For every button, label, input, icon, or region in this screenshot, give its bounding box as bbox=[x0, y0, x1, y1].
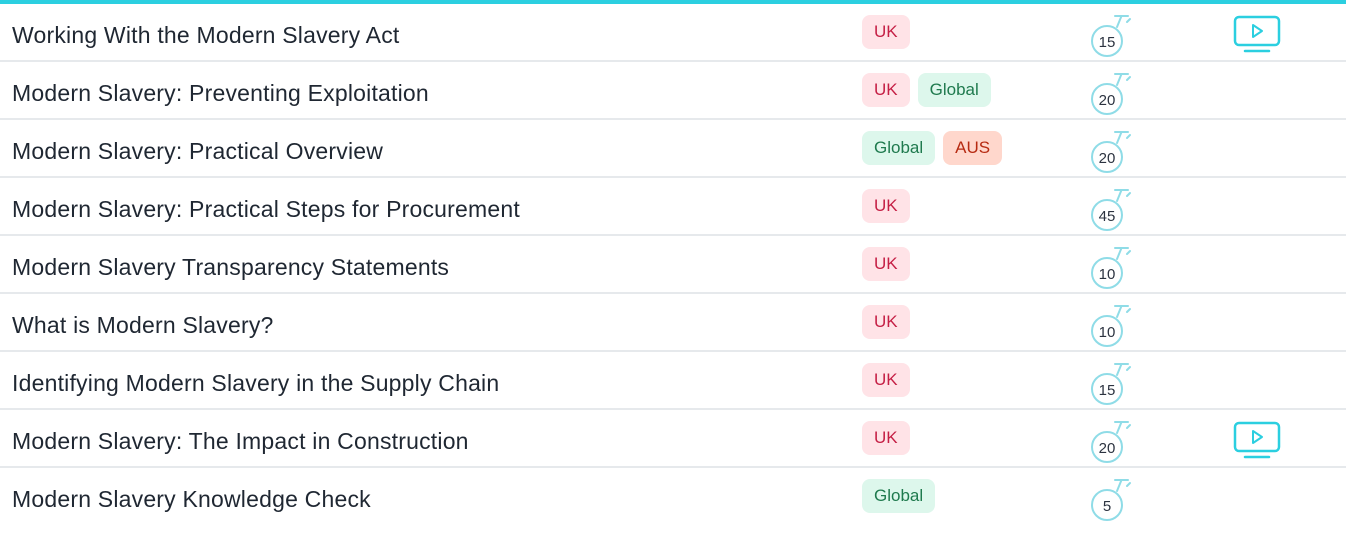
duration-timer: 15 bbox=[1088, 8, 1134, 58]
region-tag: UK bbox=[862, 15, 910, 49]
course-row[interactable]: Modern Slavery: The Impact in Constructi… bbox=[0, 410, 1346, 468]
course-title[interactable]: Modern Slavery: The Impact in Constructi… bbox=[12, 428, 469, 455]
video-play-icon[interactable] bbox=[1232, 14, 1284, 54]
region-tag: UK bbox=[862, 305, 910, 339]
region-tag: UK bbox=[862, 189, 910, 223]
duration-minutes: 10 bbox=[1098, 324, 1116, 341]
duration-minutes: 5 bbox=[1102, 498, 1112, 515]
duration-minutes: 20 bbox=[1098, 150, 1116, 167]
region-tag: Global bbox=[862, 479, 936, 513]
duration-timer: 20 bbox=[1088, 66, 1134, 116]
course-title[interactable]: Modern Slavery: Practical Steps for Proc… bbox=[12, 196, 520, 223]
course-row[interactable]: Modern Slavery: Preventing Exploitation U… bbox=[0, 62, 1346, 120]
duration-timer: 10 bbox=[1088, 240, 1134, 290]
region-tag: Global bbox=[862, 131, 936, 165]
duration-timer: 5 bbox=[1088, 472, 1134, 522]
region-tags: UK bbox=[862, 189, 910, 223]
duration-timer: 20 bbox=[1088, 124, 1134, 174]
region-tags: UK bbox=[862, 305, 910, 339]
region-tag: UK bbox=[862, 421, 910, 455]
region-tag: UK bbox=[862, 247, 910, 281]
course-row[interactable]: Working With the Modern Slavery Act UK 15 bbox=[0, 4, 1346, 62]
course-row[interactable]: Identifying Modern Slavery in the Supply… bbox=[0, 352, 1346, 410]
duration-minutes: 20 bbox=[1098, 440, 1116, 457]
duration-timer: 20 bbox=[1088, 414, 1134, 464]
region-tag: Global bbox=[917, 73, 991, 107]
course-title[interactable]: Identifying Modern Slavery in the Supply… bbox=[12, 370, 499, 397]
course-title[interactable]: Modern Slavery: Practical Overview bbox=[12, 138, 383, 165]
course-row[interactable]: Modern Slavery Transparency Statements UK… bbox=[0, 236, 1346, 294]
region-tags: UK bbox=[862, 15, 910, 49]
course-title[interactable]: Modern Slavery Knowledge Check bbox=[12, 486, 371, 513]
course-title[interactable]: What is Modern Slavery? bbox=[12, 312, 274, 339]
course-row[interactable]: Modern Slavery: Practical Overview Global… bbox=[0, 120, 1346, 178]
region-tags: UK bbox=[862, 247, 910, 281]
region-tag: UK bbox=[862, 363, 910, 397]
duration-minutes: 45 bbox=[1098, 208, 1116, 225]
duration-timer: 15 bbox=[1088, 356, 1134, 406]
duration-minutes: 10 bbox=[1098, 266, 1116, 283]
region-tags: UK bbox=[862, 421, 910, 455]
duration-timer: 10 bbox=[1088, 298, 1134, 348]
region-tags: Global AUS bbox=[862, 131, 1003, 165]
course-row[interactable]: What is Modern Slavery? UK 10 bbox=[0, 294, 1346, 352]
course-title[interactable]: Working With the Modern Slavery Act bbox=[12, 22, 400, 49]
duration-minutes: 15 bbox=[1098, 382, 1116, 399]
region-tags: UK Global bbox=[862, 73, 991, 107]
course-title[interactable]: Modern Slavery: Preventing Exploitation bbox=[12, 80, 429, 107]
region-tag: AUS bbox=[943, 131, 1003, 165]
course-row[interactable]: Modern Slavery Knowledge Check Global 5 bbox=[0, 468, 1346, 526]
region-tag: UK bbox=[862, 73, 910, 107]
region-tags: UK bbox=[862, 363, 910, 397]
course-row[interactable]: Modern Slavery: Practical Steps for Proc… bbox=[0, 178, 1346, 236]
duration-minutes: 20 bbox=[1098, 92, 1116, 109]
region-tags: Global bbox=[862, 479, 936, 513]
course-list: Working With the Modern Slavery Act UK 15 M… bbox=[0, 4, 1346, 526]
course-title[interactable]: Modern Slavery Transparency Statements bbox=[12, 254, 449, 281]
video-play-icon[interactable] bbox=[1232, 420, 1284, 460]
duration-minutes: 15 bbox=[1098, 34, 1116, 51]
duration-timer: 45 bbox=[1088, 182, 1134, 232]
